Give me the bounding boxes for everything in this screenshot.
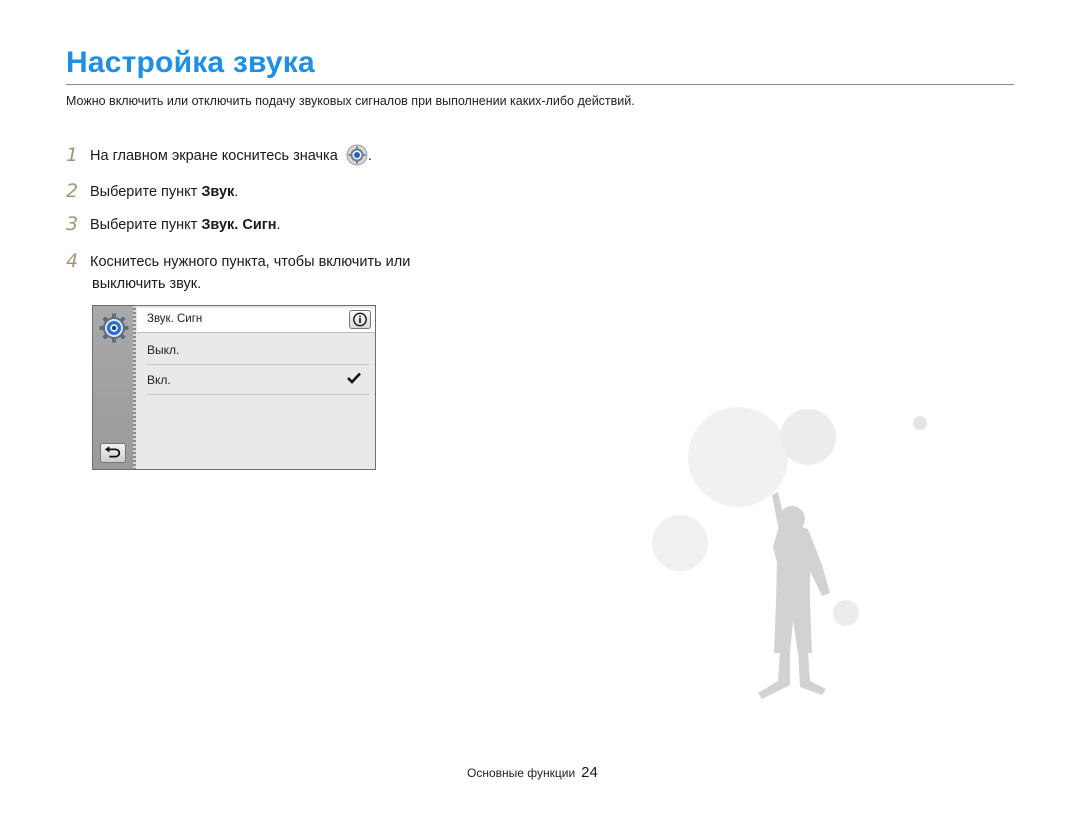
menu-option-name: Звук. Сигн <box>201 217 277 233</box>
decorative-illustration <box>652 407 927 699</box>
step-3: 3 Выберите пункт Звук. Сигн. <box>66 213 281 235</box>
step-suffix: . <box>367 148 372 164</box>
option-on[interactable]: Вкл. <box>147 366 369 395</box>
step-2: 2 Выберите пункт Звук. <box>66 180 238 202</box>
option-label: Выкл. <box>147 343 180 357</box>
info-button[interactable] <box>349 310 371 329</box>
checkmark-icon <box>347 372 361 384</box>
step-1: 1 На главном экране коснитесь значка . <box>66 144 372 166</box>
step-text-continued: выключить звук. <box>92 276 202 292</box>
step-number: 4 <box>66 250 79 272</box>
option-off[interactable]: Выкл. <box>147 336 369 365</box>
back-button[interactable] <box>100 443 126 463</box>
step-number: 2 <box>66 180 79 202</box>
sidebar-edge <box>133 306 136 469</box>
bubble <box>688 407 788 507</box>
menu-option-name: Звук <box>201 184 235 200</box>
camera-screen: Звук. Сигн Выкл. Вкл. <box>92 305 376 470</box>
bubble <box>780 409 836 465</box>
step-text: Выберите пункт <box>90 217 202 233</box>
page-number: 24 <box>581 764 598 781</box>
page-title: Настройка звука <box>66 46 315 79</box>
step-4: 4 Коснитесь нужного пункта, чтобы включит… <box>66 250 410 292</box>
bubble <box>652 515 708 571</box>
intro-text: Можно включить или отключить подачу звук… <box>66 94 635 108</box>
option-label: Вкл. <box>147 373 171 387</box>
page-footer: Основные функции 24 <box>467 764 598 781</box>
footer-section: Основные функции <box>467 766 576 780</box>
gear-icon <box>346 144 368 166</box>
back-arrow-icon <box>104 446 121 458</box>
info-icon <box>353 312 367 327</box>
step-number: 3 <box>66 213 79 235</box>
step-suffix: . <box>276 217 281 233</box>
bubble <box>913 416 927 430</box>
step-number: 1 <box>66 144 79 166</box>
title-divider <box>66 84 1014 85</box>
step-text: Коснитесь нужного пункта, чтобы включить… <box>90 254 411 270</box>
screen-title: Звук. Сигн <box>147 313 203 325</box>
screen-header: Звук. Сигн <box>137 308 375 333</box>
gear-icon[interactable] <box>98 312 130 344</box>
step-text: Выберите пункт <box>90 184 202 200</box>
step-suffix: . <box>234 184 239 200</box>
child-silhouette <box>758 492 830 699</box>
step-text: На главном экране коснитесь значка <box>90 148 338 164</box>
bubble <box>833 600 859 626</box>
